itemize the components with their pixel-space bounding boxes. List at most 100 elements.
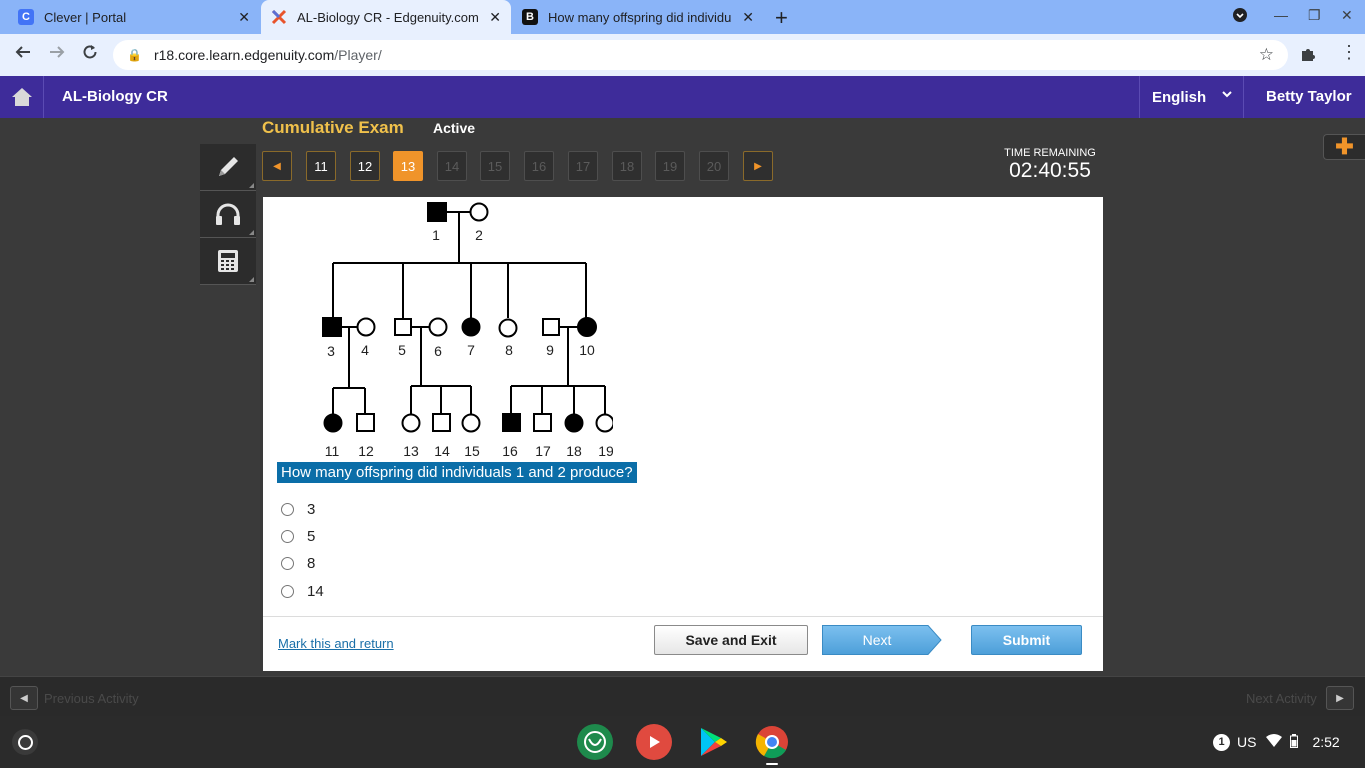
language-select[interactable]: English bbox=[1139, 76, 1244, 118]
answer-option[interactable]: 14 bbox=[281, 583, 324, 600]
app-header: AL-Biology CR English Betty Taylor bbox=[0, 76, 1365, 118]
previous-question-button[interactable]: ◀ bbox=[262, 151, 292, 181]
browser-menu-icon[interactable]: ⋮ bbox=[1340, 42, 1358, 63]
new-tab-plus-icon[interactable]: + bbox=[775, 5, 788, 31]
question-footer: Mark this and return Save and Exit Next … bbox=[263, 616, 1103, 671]
next-activity-button[interactable]: ▶ bbox=[1326, 686, 1354, 710]
clock: 2:52 bbox=[1312, 734, 1340, 750]
question-20-button: 20 bbox=[699, 151, 729, 181]
url-path: /Player/ bbox=[334, 47, 382, 63]
submit-button[interactable]: Submit bbox=[971, 625, 1082, 655]
system-tray[interactable]: 1 US 2:52 bbox=[1211, 726, 1357, 758]
edgenuity-favicon-icon bbox=[271, 9, 287, 25]
individual-1-affected-male bbox=[427, 202, 447, 222]
pedigree-label: 3 bbox=[327, 343, 335, 359]
classroom-app-icon[interactable] bbox=[577, 724, 613, 760]
individual-14-male bbox=[432, 413, 451, 432]
wifi-icon bbox=[1266, 733, 1283, 751]
url-host: r18.core.learn.edgenuity.com bbox=[153, 47, 335, 63]
lock-icon: 🔒 bbox=[127, 48, 142, 62]
answer-option[interactable]: 3 bbox=[281, 501, 315, 518]
question-13-button[interactable]: 13 bbox=[393, 151, 423, 181]
os-shelf: 1 US 2:52 bbox=[0, 716, 1365, 768]
calculator-icon bbox=[218, 250, 238, 272]
next-button[interactable]: Next bbox=[822, 625, 942, 655]
locale-label: US bbox=[1237, 734, 1257, 750]
answer-option-label: 5 bbox=[307, 528, 316, 545]
pedigree-label: 6 bbox=[434, 343, 442, 359]
answer-option[interactable]: 5 bbox=[281, 528, 315, 545]
browser-tab-edgenuity[interactable]: AL-Biology CR - Edgenuity.com ✕ bbox=[261, 0, 511, 34]
close-window-icon[interactable]: ✕ bbox=[1341, 7, 1353, 24]
question-11-button[interactable]: 11 bbox=[306, 151, 336, 181]
next-question-button[interactable]: ▶ bbox=[743, 151, 773, 181]
home-icon bbox=[11, 88, 32, 106]
calculator-tool-button[interactable] bbox=[200, 238, 256, 285]
expand-plus-button[interactable]: ✚ bbox=[1323, 134, 1365, 160]
tab-search-icon[interactable] bbox=[1232, 7, 1248, 26]
extensions-puzzle-icon[interactable] bbox=[1299, 45, 1317, 68]
radio-button[interactable] bbox=[281, 530, 294, 543]
question-text: How many offspring did individuals 1 and… bbox=[277, 462, 637, 483]
answer-option-label: 14 bbox=[307, 583, 324, 600]
radio-button[interactable] bbox=[281, 585, 294, 598]
pedigree-label: 2 bbox=[475, 227, 483, 243]
save-and-exit-button[interactable]: Save and Exit bbox=[654, 625, 808, 655]
pedigree-label: 14 bbox=[434, 443, 450, 459]
launcher-button[interactable] bbox=[12, 729, 38, 755]
audio-tool-button[interactable] bbox=[200, 191, 256, 238]
close-tab-icon[interactable]: ✕ bbox=[742, 9, 754, 26]
tool-palette bbox=[200, 144, 256, 286]
question-15-button: 15 bbox=[480, 151, 510, 181]
exam-status: Active bbox=[433, 120, 476, 136]
pedigree-label: 7 bbox=[467, 342, 475, 358]
question-16-button: 16 bbox=[524, 151, 554, 181]
individual-3-affected-male bbox=[322, 317, 342, 337]
play-store-app-icon[interactable] bbox=[695, 724, 731, 760]
notification-count-badge: 1 bbox=[1213, 733, 1230, 751]
pencil-tool-button[interactable] bbox=[200, 144, 256, 191]
radio-button[interactable] bbox=[281, 557, 294, 570]
question-12-button[interactable]: 12 bbox=[350, 151, 380, 181]
mark-and-return-link[interactable]: Mark this and return bbox=[278, 636, 394, 651]
browser-tab-brainly[interactable]: B How many offspring did individu ✕ bbox=[512, 0, 764, 34]
back-arrow-icon[interactable] bbox=[14, 43, 32, 66]
bookmark-star-icon[interactable]: ☆ bbox=[1259, 45, 1274, 65]
individual-4-female bbox=[356, 317, 376, 337]
individual-19-female bbox=[595, 413, 613, 433]
close-tab-icon[interactable]: ✕ bbox=[238, 9, 250, 26]
minimize-icon[interactable]: — bbox=[1274, 7, 1288, 23]
chevron-down-icon bbox=[1221, 88, 1233, 103]
pedigree-label: 17 bbox=[535, 443, 551, 459]
clever-favicon-icon: C bbox=[18, 9, 34, 25]
tab-title: How many offspring did individu bbox=[548, 9, 732, 25]
maximize-icon[interactable]: ❐ bbox=[1308, 7, 1321, 24]
answer-option[interactable]: 8 bbox=[281, 555, 315, 572]
next-activity-label: Next Activity bbox=[1246, 691, 1317, 706]
forward-arrow-icon[interactable] bbox=[48, 43, 66, 66]
time-remaining-value: 02:40:55 bbox=[1009, 159, 1091, 182]
chrome-app-icon[interactable] bbox=[754, 724, 790, 760]
question-19-button: 19 bbox=[655, 151, 685, 181]
user-name[interactable]: Betty Taylor bbox=[1266, 88, 1352, 105]
time-remaining-label: TIME REMAINING bbox=[1004, 147, 1096, 159]
previous-activity-label: Previous Activity bbox=[44, 691, 139, 706]
browser-tab-clever[interactable]: C Clever | Portal ✕ bbox=[8, 0, 260, 34]
previous-activity-button[interactable]: ◀ bbox=[10, 686, 38, 710]
headphones-icon bbox=[216, 203, 240, 225]
individual-18-affected-female bbox=[564, 413, 584, 433]
pedigree-label: 9 bbox=[546, 342, 554, 358]
pedigree-label: 15 bbox=[464, 443, 480, 459]
pedigree-label: 13 bbox=[403, 443, 419, 459]
radio-button[interactable] bbox=[281, 503, 294, 516]
address-bar[interactable]: 🔒 r18.core.learn.edgenuity.com/Player/ ☆ bbox=[113, 40, 1288, 70]
launcher-circle-icon bbox=[17, 734, 33, 750]
reload-icon[interactable] bbox=[81, 43, 99, 66]
close-tab-icon[interactable]: ✕ bbox=[489, 9, 501, 26]
home-button[interactable] bbox=[0, 76, 44, 118]
pencil-icon bbox=[219, 157, 238, 176]
answer-option-label: 3 bbox=[307, 501, 316, 518]
course-title: AL-Biology CR bbox=[62, 88, 168, 105]
individual-11-affected-female bbox=[323, 413, 343, 433]
youtube-app-icon[interactable] bbox=[636, 724, 672, 760]
